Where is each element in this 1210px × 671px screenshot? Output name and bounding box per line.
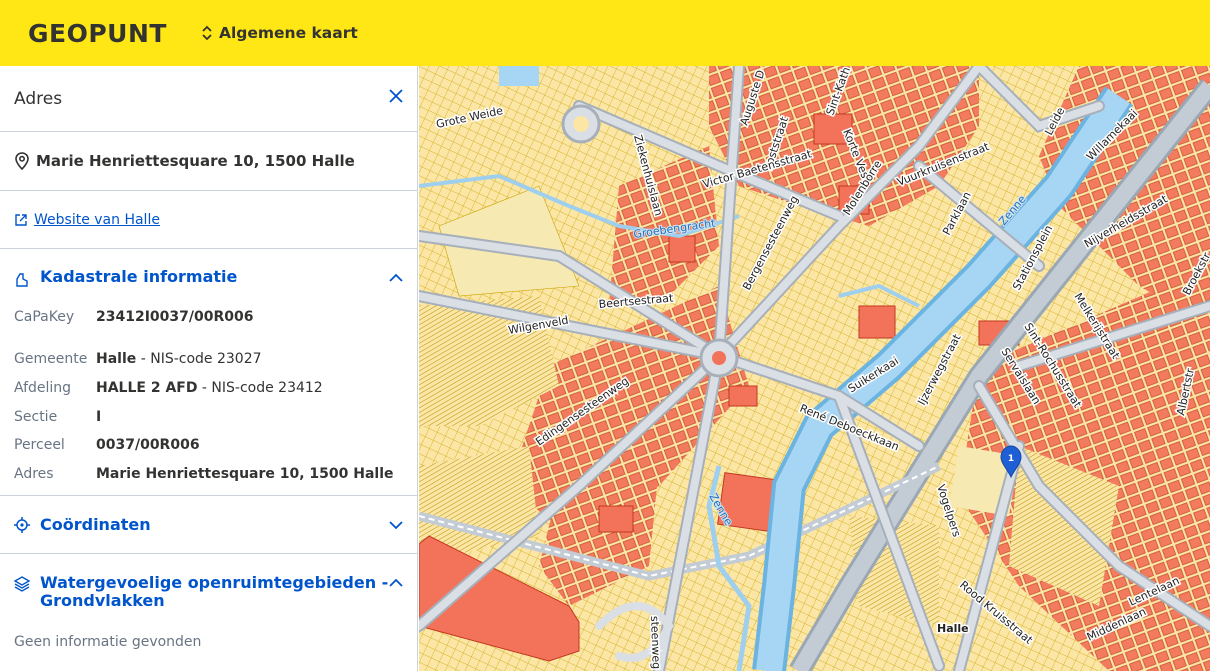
- external-link-icon: [15, 213, 27, 226]
- adres-row: Adres Marie Henriettesquare 10, 1500 Hal…: [14, 466, 394, 482]
- panel-header: Adres: [0, 66, 417, 132]
- chevron-up-icon[interactable]: [389, 273, 403, 283]
- address-row: Marie Henriettesquare 10, 1500 Halle: [0, 132, 417, 191]
- capakey-row: CaPaKey 23412I0037/00R006: [14, 309, 253, 325]
- capakey-value[interactable]: 23412I0037/00R006: [96, 309, 253, 325]
- place-label: Halle: [937, 622, 969, 635]
- adres-label: Adres: [14, 466, 54, 482]
- water-empty-text: Geen informatie gevonden: [14, 634, 202, 650]
- cadastral-section: Kadastrale informatie CaPaKey 23412I0037…: [0, 249, 417, 496]
- location-pin-icon: [15, 152, 29, 170]
- map-canvas[interactable]: Grote Weide Auguste D Sint-Kath Poststra…: [419, 66, 1210, 671]
- capakey-label: CaPaKey: [14, 309, 75, 325]
- gemeente-nis: - NIS-code 23027: [136, 351, 262, 367]
- perceel-value: 0037/00R006: [96, 437, 200, 453]
- afdeling-nis: - NIS-code 23412: [197, 380, 323, 396]
- crosshair-icon: [14, 517, 30, 533]
- gemeente-row: Gemeente Halle - NIS-code 23027: [14, 351, 262, 367]
- layers-icon: [14, 576, 30, 592]
- water-section-title: Watergevoelige openruimtegebieden - Gron…: [40, 574, 388, 610]
- water-section-header[interactable]: Watergevoelige openruimtegebieden - Gron…: [0, 554, 417, 610]
- map-layer-label: Algemene kaart: [218, 24, 358, 42]
- address-title: Marie Henriettesquare 10, 1500 Halle: [36, 152, 355, 170]
- perceel-label: Perceel: [14, 437, 65, 453]
- sectie-label: Sectie: [14, 409, 58, 425]
- cadastral-section-header[interactable]: Kadastrale informatie: [0, 249, 417, 288]
- sectie-row: Sectie I: [14, 409, 101, 425]
- afdeling-name: HALLE 2 AFD: [96, 380, 198, 396]
- marker-label: 1: [1008, 454, 1014, 464]
- street-label: steenweg: [648, 616, 663, 670]
- app-logo[interactable]: GEOPUNT: [28, 19, 167, 48]
- adres-value: Marie Henriettesquare 10, 1500 Halle: [96, 466, 394, 482]
- sort-chevrons-icon: [202, 25, 212, 41]
- perceel-row: Perceel 0037/00R006: [14, 437, 200, 453]
- parcel-icon: [16, 273, 28, 287]
- address-panel: Adres Marie Henriettesquare 10, 1500 Hal…: [0, 66, 418, 671]
- coordinates-section-header[interactable]: Coördinaten: [0, 496, 417, 534]
- sectie-value: I: [96, 409, 102, 425]
- gemeente-label: Gemeente: [14, 351, 88, 367]
- website-link[interactable]: Website van Halle: [34, 212, 160, 228]
- website-row: Website van Halle: [0, 191, 417, 249]
- chevron-up-icon[interactable]: [389, 578, 403, 588]
- afdeling-row: Afdeling HALLE 2 AFD - NIS-code 23412: [14, 380, 323, 396]
- panel-title: Adres: [14, 88, 63, 109]
- water-section: Watergevoelige openruimtegebieden - Gron…: [0, 554, 417, 671]
- gemeente-name: Halle: [96, 351, 137, 367]
- water-title-line1: Watergevoelige openruimtegebieden -: [40, 573, 389, 592]
- afdeling-label: Afdeling: [14, 380, 72, 396]
- chevron-down-icon[interactable]: [389, 520, 403, 530]
- water-title-line2: Grondvlakken: [40, 591, 165, 610]
- map-layer-switch[interactable]: Algemene kaart: [201, 24, 358, 42]
- coordinates-section: Coördinaten: [0, 496, 417, 554]
- coordinates-section-title: Coördinaten: [40, 515, 151, 534]
- cadastral-section-title: Kadastrale informatie: [40, 267, 238, 286]
- close-icon[interactable]: [389, 89, 403, 103]
- top-bar: GEOPUNT Algemene kaart: [0, 0, 1210, 66]
